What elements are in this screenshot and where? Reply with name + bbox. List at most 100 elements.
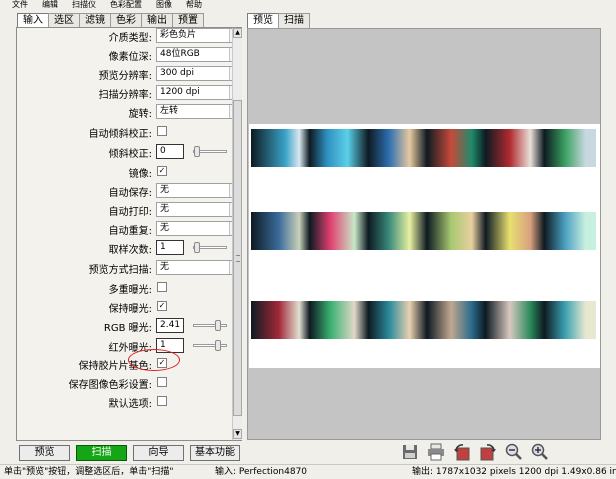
scan-button[interactable]: 扫描: [76, 445, 127, 461]
auto-save-row: 自动保存: 无▼: [17, 183, 242, 200]
rotate-left-icon[interactable]: [453, 443, 471, 461]
auto-repeat-row: 自动重复: 无▼: [17, 221, 242, 238]
scrollbar-grip: [236, 255, 240, 262]
auto-save-value: 无: [160, 185, 170, 195]
media-type-value: 彩色负片: [160, 30, 197, 40]
media-type-label: 介质类型:: [108, 33, 152, 44]
film-preview-image: [249, 124, 600, 368]
preview-mode-label: 预览方式扫描:: [88, 265, 152, 276]
film-strip-1: [251, 129, 596, 167]
tab-selection[interactable]: 选区: [48, 13, 80, 28]
defaults-label: 默认选项:: [108, 399, 152, 410]
mirror-label: 镜像:: [128, 169, 152, 180]
menu-image[interactable]: 图像: [156, 0, 172, 9]
tab-preview[interactable]: 预览: [247, 13, 279, 29]
bit-depth-select[interactable]: 48位RGB▼: [156, 47, 242, 62]
tab-presets[interactable]: 预置: [172, 13, 204, 28]
scan-res-label: 扫描分辨率:: [98, 90, 152, 101]
rgb-exposure-input[interactable]: 2.41: [156, 318, 184, 333]
auto-deskew-checkbox[interactable]: [157, 126, 167, 136]
auto-deskew-label: 自动倾斜校正:: [88, 129, 152, 140]
basic-mode-button[interactable]: 基本功能: [190, 445, 240, 461]
save-color-checkbox[interactable]: [157, 377, 167, 387]
auto-print-label: 自动打印:: [108, 207, 152, 218]
scroll-down-icon[interactable]: ▼: [233, 429, 242, 439]
auto-print-select[interactable]: 无▼: [156, 202, 242, 217]
sample-count-slider[interactable]: [193, 242, 227, 253]
sample-count-label: 取样次数:: [108, 245, 152, 256]
auto-repeat-label: 自动重复:: [108, 226, 152, 237]
rotate-row: 旋转: 左转▼: [17, 104, 242, 121]
ir-exposure-slider-thumb[interactable]: [215, 340, 221, 351]
deskew-input[interactable]: 0: [156, 144, 184, 159]
menu-file[interactable]: 文件: [12, 0, 28, 9]
preview-res-label: 预览分辨率:: [98, 71, 152, 82]
menu-edit[interactable]: 编辑: [42, 0, 58, 9]
status-hint: 单击"预览"按钮，调整选区后，单击"扫描": [4, 467, 174, 477]
media-type-row: 介质类型: 彩色负片▼: [17, 28, 242, 45]
auto-save-label: 自动保存:: [108, 188, 152, 199]
auto-deskew-row: 自动倾斜校正:: [17, 124, 232, 141]
preview-area[interactable]: [247, 28, 601, 440]
print-icon[interactable]: [427, 443, 445, 461]
multi-exposure-row: 多重曝光:: [17, 280, 232, 297]
scanner-window: 文件 编辑 扫描仪 色彩配置 图像 帮助 输入 选区 滤镜 色彩 输出 预置 预览 扫描 …: [0, 0, 616, 479]
menu-bar: 文件 编辑 扫描仪 色彩配置 图像 帮助: [0, 0, 616, 10]
multi-exposure-checkbox[interactable]: [157, 282, 167, 292]
preview-mode-value: 无: [160, 262, 170, 272]
lock-exposure-label: 保持曝光:: [108, 304, 152, 315]
scan-res-select[interactable]: 1200 dpi▼: [156, 85, 242, 100]
defaults-checkbox[interactable]: [157, 396, 167, 406]
preview-mode-select[interactable]: 无▼: [156, 260, 242, 275]
tab-filter[interactable]: 滤镜: [79, 13, 111, 28]
rgb-exposure-label: RGB 曝光:: [103, 323, 152, 334]
rotate-select[interactable]: 左转▼: [156, 104, 242, 119]
rotate-right-icon[interactable]: [479, 443, 497, 461]
scrollbar-thumb[interactable]: [233, 100, 242, 416]
auto-save-select[interactable]: 无▼: [156, 183, 242, 198]
menu-help[interactable]: 帮助: [186, 0, 202, 9]
auto-repeat-select[interactable]: 无▼: [156, 221, 242, 236]
settings-tabs: 输入 选区 滤镜 色彩 输出 预置: [17, 13, 204, 29]
deskew-slider-thumb[interactable]: [194, 146, 200, 157]
view-tabs: 预览 扫描: [247, 13, 310, 29]
save-icon[interactable]: [401, 443, 419, 461]
save-color-label: 保存图像色彩设置:: [68, 380, 152, 391]
rgb-exposure-slider-thumb[interactable]: [215, 320, 221, 331]
tab-scan[interactable]: 扫描: [278, 13, 310, 28]
status-input-device: 输入: Perfection4870: [215, 467, 308, 477]
zoom-out-icon[interactable]: [505, 443, 523, 461]
preview-res-value: 300 dpi: [160, 68, 194, 78]
menu-color-config[interactable]: 色彩配置: [110, 0, 142, 9]
lock-exposure-row: 保持曝光: ✓: [17, 299, 232, 316]
mirror-checkbox[interactable]: ✓: [157, 166, 167, 176]
tab-color[interactable]: 色彩: [110, 13, 142, 28]
sample-count-row: 取样次数: 1: [17, 240, 232, 257]
mirror-row: 镜像: ✓: [17, 164, 232, 181]
settings-scrollbar[interactable]: ▲ ▼: [232, 28, 242, 440]
ir-exposure-slider[interactable]: [193, 340, 227, 351]
sample-count-slider-thumb[interactable]: [194, 242, 200, 253]
status-output-info: 输出: 1787x1032 pixels 1200 dpi 1.49x0.86 …: [412, 467, 616, 477]
deskew-slider[interactable]: [193, 146, 227, 157]
bit-depth-row: 像素位深: 48位RGB▼: [17, 47, 242, 64]
film-strip-3: [251, 301, 596, 339]
highlight-circle: [128, 349, 180, 371]
media-type-select[interactable]: 彩色负片▼: [156, 28, 242, 43]
defaults-row: 默认选项:: [17, 394, 232, 411]
auto-print-value: 无: [160, 204, 170, 214]
scroll-up-icon[interactable]: ▲: [233, 28, 242, 38]
zoom-in-icon[interactable]: [531, 443, 549, 461]
sample-count-input[interactable]: 1: [156, 240, 184, 255]
input-settings-panel: 介质类型: 彩色负片▼ 像素位深: 48位RGB▼ 预览分辨率: 300 dpi…: [16, 27, 242, 441]
rgb-exposure-slider[interactable]: [193, 320, 227, 331]
menu-scanner[interactable]: 扫描仪: [72, 0, 96, 9]
preview-res-select[interactable]: 300 dpi▼: [156, 66, 242, 81]
wizard-button[interactable]: 向导: [133, 445, 184, 461]
lock-exposure-checkbox[interactable]: ✓: [157, 301, 167, 311]
deskew-label: 倾斜校正:: [108, 149, 152, 160]
status-bar: 单击"预览"按钮，调整选区后，单击"扫描" 输入: Perfection4870…: [0, 464, 616, 479]
rotate-value: 左转: [160, 106, 179, 116]
tab-output[interactable]: 输出: [141, 13, 173, 28]
preview-button[interactable]: 预览: [19, 445, 70, 461]
